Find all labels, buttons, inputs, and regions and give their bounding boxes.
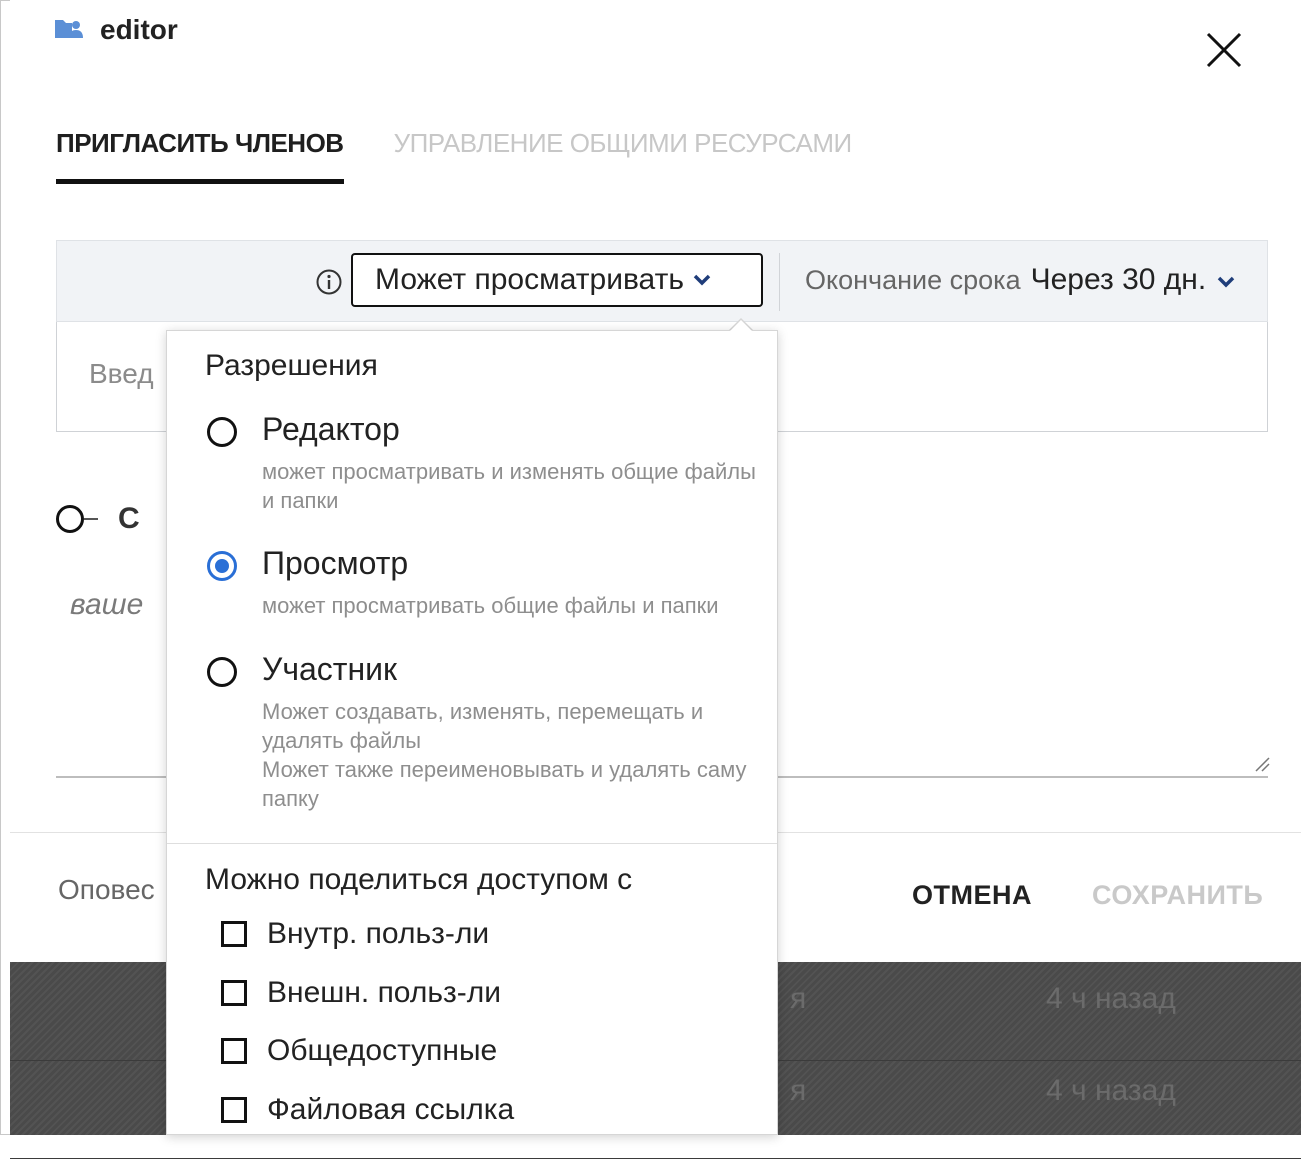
permission-option-viewer[interactable]: Просмотр может просматривать общие файлы… — [207, 545, 767, 625]
permissions-popup: Разрешения Редактор может просматривать … — [166, 330, 778, 1135]
option-name: Участник — [262, 651, 397, 687]
expiry-label: Окончание срока — [805, 265, 1021, 295]
popup-arrow-fill — [730, 320, 752, 331]
list-item-owner: я — [790, 982, 807, 1015]
list-item-modified: 4 ч назад — [1046, 1074, 1176, 1107]
checkbox[interactable] — [221, 1097, 247, 1123]
checkbox[interactable] — [221, 921, 247, 947]
permission-option-editor[interactable]: Редактор может просматривать и изменять … — [207, 411, 767, 513]
option-name: Просмотр — [262, 545, 409, 581]
tab-invite-members[interactable]: ПРИГЛАСИТЬ ЧЛЕНОВ — [56, 128, 344, 184]
shared-folder-icon — [54, 16, 86, 45]
checkbox-label: Файловая ссылка — [267, 1093, 515, 1126]
permission-option-contributor[interactable]: Участник Может создавать, изменять, пере… — [207, 651, 767, 811]
radio-button-selected[interactable] — [207, 551, 237, 581]
radio-button[interactable] — [207, 657, 237, 687]
invite-input-placeholder: Введ — [89, 358, 154, 389]
toggle-knob — [56, 505, 84, 533]
toggle-label: С — [118, 502, 140, 535]
info-icon[interactable] — [315, 268, 343, 301]
chevron-down-icon — [693, 274, 711, 286]
share-option-file-link[interactable]: Файловая ссылка — [221, 1093, 514, 1127]
popup-divider — [167, 843, 777, 844]
option-description: Может создавать, изменять, перемещать и … — [262, 699, 704, 753]
radio-button[interactable] — [207, 417, 237, 447]
notify-toggle[interactable]: С — [56, 502, 140, 536]
share-option-public[interactable]: Общедоступные — [221, 1034, 497, 1068]
save-button[interactable]: СОХРАНИТЬ — [1092, 880, 1263, 911]
permission-dropdown-value: Может просматривать — [375, 263, 684, 296]
cancel-button[interactable]: ОТМЕНА — [912, 880, 1032, 911]
option-description-extra: Может также переименовывать и удалять са… — [262, 757, 747, 811]
expiry-value: Через 30 дн. — [1030, 263, 1207, 296]
option-name: Редактор — [262, 411, 400, 447]
notify-text: Оповес — [58, 874, 155, 905]
resize-handle-icon[interactable] — [1254, 756, 1270, 772]
tab-bar: ПРИГЛАСИТЬ ЧЛЕНОВ УПРАВЛЕНИЕ ОБЩИМИ РЕСУ… — [56, 128, 852, 184]
toggle-track — [84, 518, 98, 520]
list-item-owner: я — [790, 1074, 807, 1107]
checkbox[interactable] — [221, 980, 247, 1006]
share-option-external[interactable]: Внешн. польз-ли — [221, 976, 501, 1010]
tab-manage-shares[interactable]: УПРАВЛЕНИЕ ОБЩИМИ РЕСУРСАМИ — [394, 128, 853, 184]
chevron-down-icon — [1217, 276, 1235, 288]
checkbox[interactable] — [221, 1038, 247, 1064]
permission-bar: Может просматривать Окончание срока Чере… — [56, 240, 1268, 322]
share-with-title: Можно поделиться доступом с — [205, 863, 633, 896]
permission-dropdown[interactable]: Может просматривать — [351, 253, 763, 307]
list-item-modified: 4 ч назад — [1046, 982, 1176, 1015]
message-placeholder: ваше — [70, 588, 144, 621]
close-icon[interactable] — [1202, 28, 1246, 72]
checkbox-label: Общедоступные — [267, 1034, 498, 1067]
dialog-header: editor — [54, 14, 178, 46]
dialog-title: editor — [100, 14, 178, 45]
share-option-internal[interactable]: Внутр. польз-ли — [221, 917, 489, 951]
option-description: может просматривать общие файлы и папки — [262, 593, 719, 618]
expiry-dropdown[interactable]: Окончание срока Через 30 дн. — [805, 263, 1236, 297]
checkbox-label: Внутр. польз-ли — [267, 917, 490, 950]
divider — [779, 253, 780, 311]
checkbox-label: Внешн. польз-ли — [267, 976, 501, 1009]
option-description: может просматривать и изменять общие фай… — [262, 459, 756, 513]
permissions-title: Разрешения — [205, 349, 378, 382]
